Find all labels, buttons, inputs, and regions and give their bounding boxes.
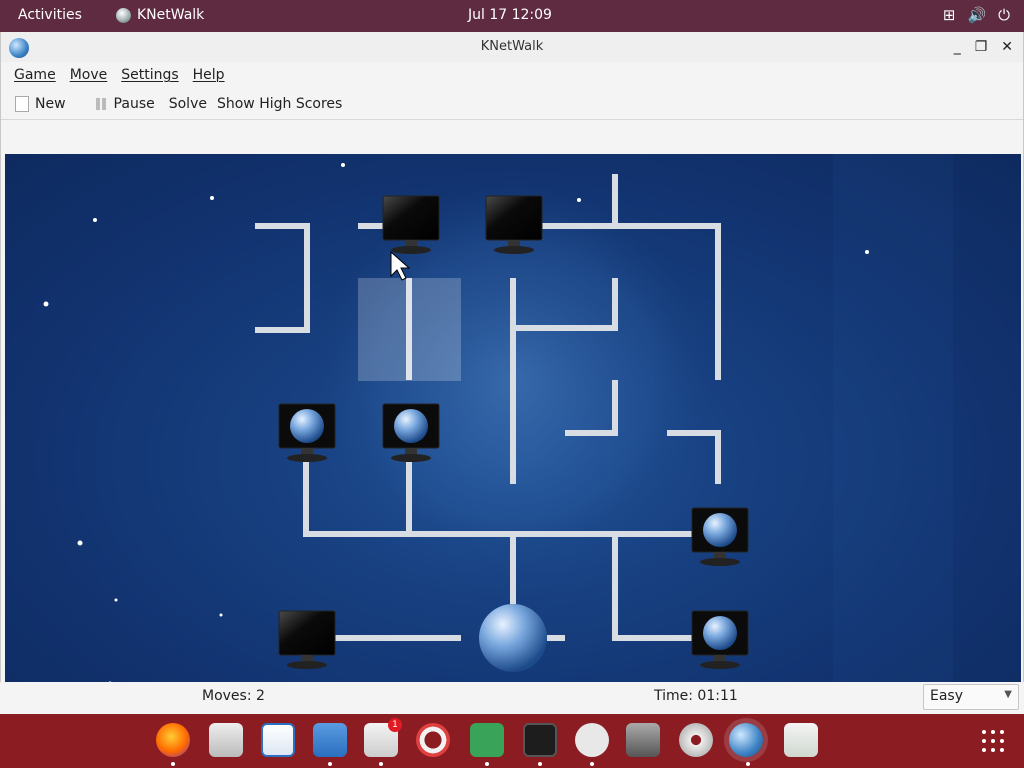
running-indicator — [590, 762, 594, 766]
solve-button[interactable]: Solve — [167, 92, 215, 116]
network-grid[interactable] — [5, 154, 1021, 710]
firefox-icon[interactable] — [156, 723, 190, 757]
volume-icon[interactable]: 🔊 — [967, 6, 986, 24]
notification-badge: 1 — [388, 718, 402, 732]
difficulty-select[interactable]: Easy ▼ — [923, 684, 1019, 710]
robot-icon[interactable] — [575, 723, 609, 757]
status-bar: Moves: 2 Time: 01:11 Easy ▼ — [0, 682, 1024, 714]
knetwalk-window: KNetWalk _ ❐ ✕ Game Move Settings Help N… — [0, 32, 1024, 714]
pause-button[interactable]: Pause — [92, 92, 163, 116]
running-indicator — [746, 762, 750, 766]
new-document-icon — [15, 95, 29, 112]
writer-icon[interactable] — [261, 723, 295, 757]
title-bar[interactable]: KNetWalk _ ❐ ✕ — [1, 32, 1023, 62]
menu-settings[interactable]: Settings — [121, 67, 178, 83]
running-indicator — [538, 762, 542, 766]
close-button[interactable]: ✕ — [1001, 32, 1013, 62]
knetwalk-app-icon — [116, 7, 131, 23]
computer-monitor-connected[interactable] — [278, 403, 336, 462]
network-icon[interactable]: ⊞ — [943, 6, 956, 24]
settings-icon[interactable] — [679, 723, 713, 757]
running-indicator — [328, 762, 332, 766]
window-title: KNetWalk — [480, 39, 544, 54]
activities-button[interactable]: Activities — [18, 7, 82, 23]
pipe-corner-bottom-right — [612, 534, 695, 641]
pause-icon — [94, 97, 108, 111]
dash-dock: 1 — [0, 714, 1024, 768]
running-indicator — [485, 762, 489, 766]
new-button[interactable]: New — [13, 92, 74, 116]
difficulty-value: Easy — [930, 688, 964, 704]
computer-monitor[interactable] — [278, 610, 336, 669]
server-globe-icon[interactable] — [479, 604, 547, 672]
maximize-button[interactable]: ❐ — [975, 32, 988, 62]
app-menu-label: KNetWalk — [137, 7, 205, 23]
document-icon[interactable] — [313, 723, 347, 757]
pause-label: Pause — [113, 95, 155, 112]
system-tray[interactable]: ⊞ 🔊 ⏻ — [943, 6, 1010, 24]
moves-counter: Moves: 2 — [202, 688, 265, 704]
game-icon[interactable] — [470, 723, 504, 757]
app-menu[interactable]: KNetWalk — [116, 7, 204, 23]
chevron-down-icon: ▼ — [1004, 689, 1012, 700]
time-counter: Time: 01:11 — [654, 688, 738, 704]
computer-monitor-connected[interactable] — [691, 610, 749, 669]
knetwalk-icon[interactable] — [729, 723, 763, 757]
vm-icon[interactable] — [626, 723, 660, 757]
running-indicator — [171, 762, 175, 766]
menu-move[interactable]: Move — [70, 67, 108, 83]
new-label: New — [35, 95, 66, 112]
running-indicator — [379, 762, 383, 766]
solve-label: Solve — [168, 95, 207, 112]
background-stripe — [833, 154, 953, 710]
highscores-label: Show High Scores — [216, 95, 343, 112]
power-icon[interactable]: ⏻ — [998, 6, 1010, 24]
minimize-button[interactable]: _ — [954, 32, 961, 62]
terminal-icon[interactable] — [523, 723, 557, 757]
knetwalk-icon — [9, 38, 29, 58]
toolbar: New Pause Solve Show High Scores — [1, 88, 1023, 120]
help-icon[interactable] — [416, 723, 450, 757]
trash-icon[interactable] — [784, 723, 818, 757]
game-board[interactable] — [5, 154, 1021, 710]
pipe-bracket-left — [255, 223, 310, 333]
menu-bar: Game Move Settings Help — [1, 62, 1023, 88]
menu-game[interactable]: Game — [14, 67, 56, 83]
selected-cell[interactable] — [358, 278, 461, 381]
show-apps-icon[interactable] — [980, 728, 1006, 754]
highscores-button[interactable]: Show High Scores — [215, 92, 350, 116]
mail-icon[interactable] — [209, 723, 243, 757]
clock[interactable]: Jul 17 12:09 — [468, 7, 552, 23]
computer-monitor-connected[interactable] — [691, 507, 749, 566]
top-bar: Activities KNetWalk Jul 17 12:09 ⊞ 🔊 ⏻ — [0, 0, 1024, 32]
menu-help[interactable]: Help — [193, 67, 225, 83]
